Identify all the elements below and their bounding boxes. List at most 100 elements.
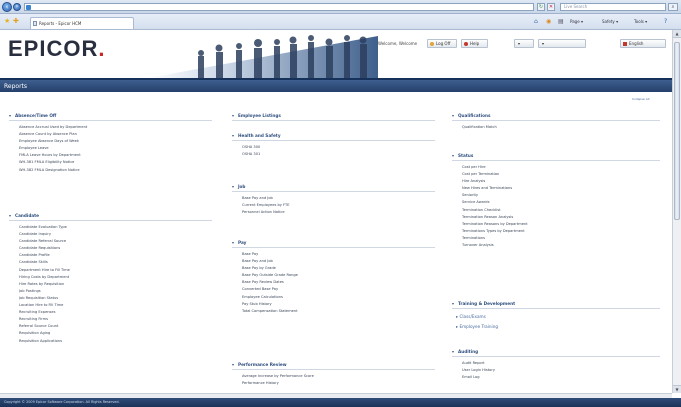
report-subcategory[interactable]: ▸ Class/Exams	[452, 312, 660, 322]
report-link[interactable]: Audit Report	[462, 360, 660, 367]
log-off-button[interactable]: Log Off	[427, 39, 457, 48]
report-link[interactable]: Referral Source Count	[19, 323, 212, 330]
favorites-star-icon[interactable]: ★	[4, 18, 10, 25]
report-link[interactable]: Performance History	[242, 380, 435, 387]
header-select-1[interactable]: ▾	[514, 39, 534, 48]
section-header[interactable]: ▾ Status	[452, 152, 660, 161]
report-link[interactable]: Terminations	[462, 235, 660, 242]
report-link[interactable]: Employee Leave	[19, 145, 212, 152]
scroll-down-arrow-icon[interactable]: ▼	[673, 385, 681, 393]
report-link[interactable]: Current Employees by FTE	[242, 202, 435, 209]
report-link[interactable]: Terminations Types by Department	[462, 228, 660, 235]
section-header[interactable]: ▾ Auditing	[452, 348, 660, 357]
collapse-arrow-icon[interactable]: ▾	[232, 132, 234, 140]
collapse-arrow-icon[interactable]: ▾	[232, 239, 234, 247]
help-button[interactable]: Help	[461, 39, 488, 48]
report-link[interactable]: Candidate Referral Source	[19, 238, 212, 245]
collapse-arrow-icon[interactable]: ▾	[232, 112, 234, 120]
feeds-icon[interactable]: ◉	[546, 18, 554, 26]
report-link[interactable]: Base Pay	[242, 251, 435, 258]
report-link[interactable]: OSHA 301	[242, 151, 435, 158]
section-title[interactable]: Job	[238, 183, 245, 191]
report-link[interactable]: Seniority	[462, 192, 660, 199]
section-title[interactable]: Qualifications	[458, 112, 490, 120]
report-link[interactable]: Total Compensation Statement	[242, 308, 435, 315]
refresh-icon[interactable]: ↻	[537, 3, 545, 11]
page-menu[interactable]: Page ▾	[570, 18, 600, 26]
section-title[interactable]: Health and Safety	[238, 132, 281, 140]
collapse-arrow-icon[interactable]: ▾	[452, 112, 454, 120]
report-link[interactable]: Employee Absence Days of Week	[19, 138, 212, 145]
report-link[interactable]: Base Pay and Job	[242, 195, 435, 202]
section-title[interactable]: Status	[458, 152, 473, 160]
report-link[interactable]: Hiring Costs by Department	[19, 274, 212, 281]
report-link[interactable]: Requisition Aging	[19, 330, 212, 337]
collapse-arrow-icon[interactable]: ▾	[452, 348, 454, 356]
report-link[interactable]: Job Postings	[19, 288, 212, 295]
report-link[interactable]: Absence Count by Absence Plan	[19, 131, 212, 138]
tools-menu[interactable]: Tools ▾	[634, 18, 660, 26]
section-header[interactable]: ▾ Absence/Time Off	[9, 112, 212, 121]
section-title[interactable]: Employee Listings	[238, 112, 281, 120]
report-link[interactable]: Converted Base Pay	[242, 286, 435, 293]
section-header[interactable]: ▾ Candidate	[9, 212, 212, 221]
collapse-arrow-icon[interactable]: ▾	[9, 212, 11, 220]
collapse-arrow-icon[interactable]: ▾	[452, 152, 454, 160]
print-icon[interactable]: ▤	[558, 18, 566, 26]
report-link[interactable]: Candidate Profile	[19, 252, 212, 259]
report-link[interactable]: Base Pay Outside Grade Range	[242, 272, 435, 279]
report-link[interactable]: OSHA 300	[242, 144, 435, 151]
report-link[interactable]: Hire Rates by Requisition	[19, 281, 212, 288]
scroll-up-arrow-icon[interactable]: ▲	[673, 30, 681, 38]
report-link[interactable]: Qualification Match	[462, 124, 660, 131]
collapse-arrow-icon[interactable]: ▾	[232, 183, 234, 191]
report-link[interactable]: Cost per Termination	[462, 171, 660, 178]
report-link[interactable]: WH-382 FMLA Designation Notice	[19, 167, 212, 174]
help-icon[interactable]: ?	[664, 18, 676, 26]
report-link[interactable]: Location Hire to Fill Time	[19, 302, 212, 309]
vertical-scrollbar[interactable]: ▲ ▼	[672, 30, 681, 393]
report-link[interactable]: Department Hire to Fill Time	[19, 267, 212, 274]
report-link[interactable]: Email Log	[462, 374, 660, 381]
section-header[interactable]: ▾ Training & Development	[452, 300, 660, 309]
back-button[interactable]: ‹	[2, 2, 12, 12]
report-link[interactable]: Cost per Hire	[462, 164, 660, 171]
report-link[interactable]: Termination Reasons by Department	[462, 221, 660, 228]
report-link[interactable]: Personnel Action Notice	[242, 209, 435, 216]
section-title[interactable]: Candidate	[15, 212, 39, 220]
section-header[interactable]: ▾ Health and Safety	[232, 132, 435, 141]
report-link[interactable]: Candidate Requisitions	[19, 245, 212, 252]
section-header[interactable]: ▾ Performance Review	[232, 361, 435, 370]
forward-button[interactable]: ›	[13, 3, 21, 11]
report-link[interactable]: Base Pay Review Dates	[242, 279, 435, 286]
report-link[interactable]: Turnover Analysis	[462, 242, 660, 249]
section-title[interactable]: Training & Development	[458, 300, 515, 308]
collapse-arrow-icon[interactable]: ▾	[9, 112, 11, 120]
section-header[interactable]: ▾ Job	[232, 183, 435, 192]
safety-menu[interactable]: Safety ▾	[602, 18, 632, 26]
report-link[interactable]: WH-381 FMLA Eligibility Notice	[19, 159, 212, 166]
report-link[interactable]: FMLA Leave Hours by Department	[19, 152, 212, 159]
collapse-arrow-icon[interactable]: ▾	[452, 300, 454, 308]
report-link[interactable]: Employee Calculations	[242, 294, 435, 301]
report-link[interactable]: Base Pay by Grade	[242, 265, 435, 272]
section-title[interactable]: Pay	[238, 239, 246, 247]
report-link[interactable]: Job Requisition Status	[19, 295, 212, 302]
report-link[interactable]: Hire Analysis	[462, 178, 660, 185]
section-title[interactable]: Performance Review	[238, 361, 287, 369]
scroll-thumb[interactable]	[674, 42, 680, 220]
report-link[interactable]: User Login History	[462, 367, 660, 374]
report-subcategory[interactable]: ▸ Employee Training	[452, 322, 660, 332]
search-icon[interactable]: ⌕	[668, 3, 678, 11]
report-link[interactable]: Candidate Skills	[19, 259, 212, 266]
report-link[interactable]: Absence Accrual Used by Department	[19, 124, 212, 131]
section-header[interactable]: ▾ Employee Listings	[232, 112, 435, 121]
report-link[interactable]: Candidate Evaluation Type	[19, 224, 212, 231]
header-select-2[interactable]: ▾	[538, 39, 586, 48]
address-bar[interactable]	[24, 3, 534, 11]
section-header[interactable]: ▾ Qualifications	[452, 112, 660, 121]
search-input[interactable]: Live Search	[560, 3, 666, 11]
section-title[interactable]: Auditing	[458, 348, 478, 356]
collapse-arrow-icon[interactable]: ▾	[232, 361, 234, 369]
home-icon[interactable]: ⌂	[534, 18, 542, 26]
